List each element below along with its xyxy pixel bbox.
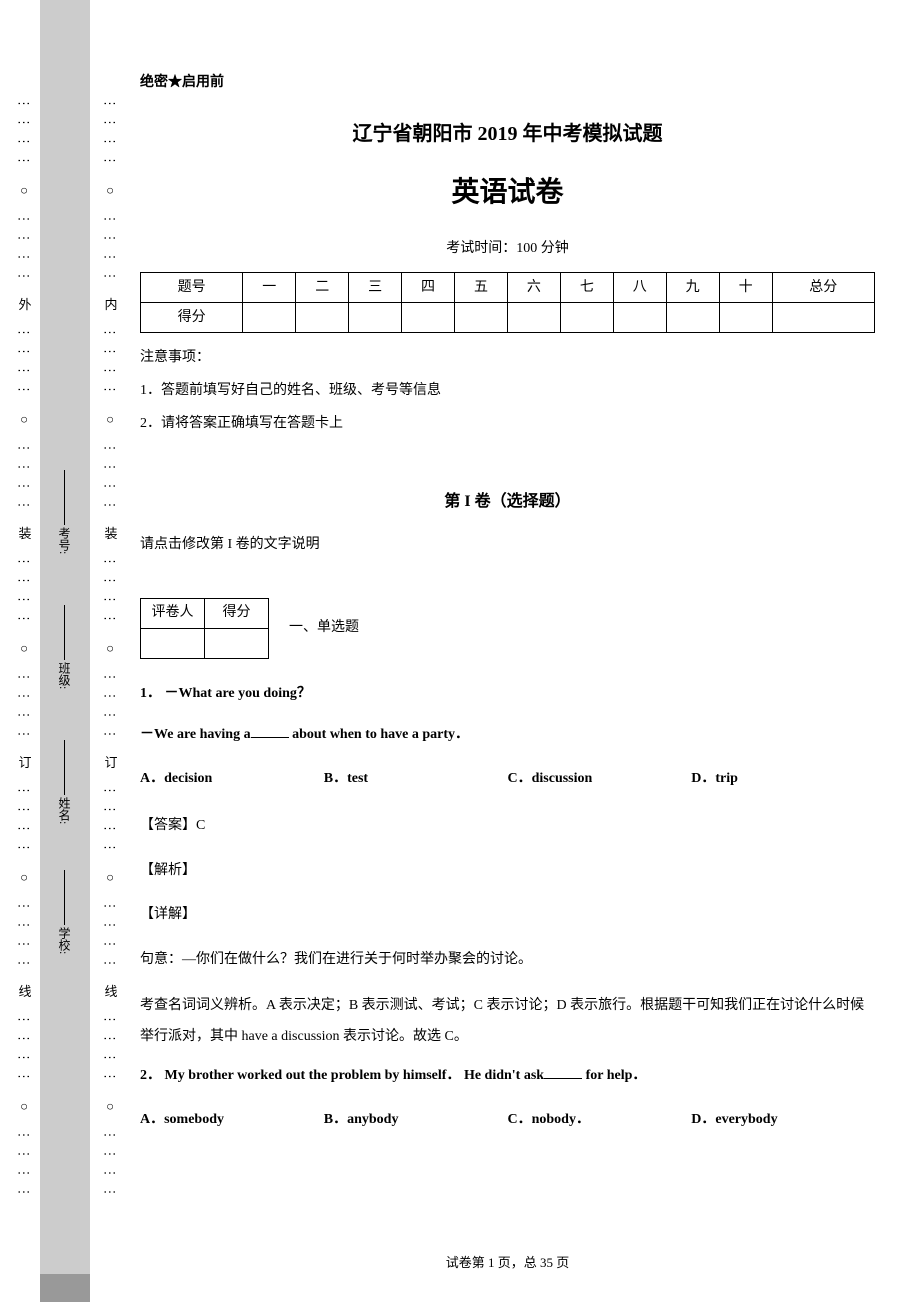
exam-time: 考试时间：100 分钟: [140, 236, 875, 263]
score-value-cell: [349, 303, 402, 333]
q1-option-b: B．test: [324, 766, 508, 793]
q1-option-c: C．discussion: [508, 766, 692, 793]
q1-analysis: 考查名词词义辨析。A 表示决定；B 表示测试、考试；C 表示讨论；D 表示旅行。…: [140, 991, 875, 1053]
q1-answer: 【答案】C: [140, 813, 875, 840]
q2-options: A．somebody B．anybody C．nobody． D．everybo…: [140, 1107, 875, 1134]
score-header-cell: 六: [507, 273, 560, 303]
q1-text: －What are you doing？: [165, 686, 311, 701]
confidential-line: 绝密★启用前: [140, 70, 875, 97]
score-header-cell: 题号: [141, 273, 243, 303]
grader-table: 评卷人 得分: [140, 598, 269, 659]
q1-option-b-text: B．test: [324, 771, 368, 786]
page-footer: 试卷第 1 页，总 35 页: [140, 1251, 875, 1276]
score-header-cell: 十: [719, 273, 772, 303]
q2-option-a: A．somebody: [140, 1107, 324, 1134]
label-name-text: 姓名:: [56, 797, 73, 824]
score-table-header-row: 题号 一 二 三 四 五 六 七 八 九 十 总分: [141, 273, 875, 303]
label-school-text: 学校:: [56, 927, 73, 954]
margin-inner-binding: ⋮⋮⋮⋮ ○ ⋮⋮⋮⋮ 内 ⋮⋮⋮⋮ ○ ⋮⋮⋮⋮ 装 ⋮⋮⋮⋮ ○ ⋮⋮⋮⋮ …: [98, 0, 122, 1302]
q1-options: A．decision B．test C．discussion D．trip: [140, 766, 875, 793]
score-value-cell: [613, 303, 666, 333]
q1-option-a-text: A．decision: [140, 771, 212, 786]
notice-item-1: 1．答题前填写好自己的姓名、班级、考号等信息: [140, 378, 875, 405]
q1-blank: [251, 726, 289, 738]
score-value-cell: [666, 303, 719, 333]
q1-option-a: A．decision: [140, 766, 324, 793]
score-value-cell: [560, 303, 613, 333]
q2-text-a: My brother worked out the problem by him…: [165, 1068, 545, 1083]
score-value-cell: [402, 303, 455, 333]
score-header-cell: 九: [666, 273, 719, 303]
notice-item-2: 2．请将答案正确填写在答题卡上: [140, 411, 875, 438]
score-header-cell: 四: [402, 273, 455, 303]
margin-gray-bar-dark: [40, 1274, 90, 1302]
q2-option-c: C．nobody．: [508, 1107, 692, 1134]
page-content: 绝密★启用前 辽宁省朝阳市 2019 年中考模拟试题 英语试卷 考试时间：100…: [140, 70, 875, 1282]
score-header-cell: 八: [613, 273, 666, 303]
q1-detail-label: 【详解】: [140, 902, 875, 929]
grader-cell-empty: [205, 629, 269, 659]
score-header-cell: 总分: [772, 273, 874, 303]
score-value-cell: [772, 303, 874, 333]
q1-option-d-text: D．trip: [691, 771, 738, 786]
q1-option-d: D．trip: [691, 766, 875, 793]
title-line-1: 辽宁省朝阳市 2019 年中考模拟试题: [140, 115, 875, 153]
score-value-cell: [243, 303, 296, 333]
margin-outer-binding: ⋮⋮⋮⋮ ○ ⋮⋮⋮⋮ 外 ⋮⋮⋮⋮ ○ ⋮⋮⋮⋮ 装 ⋮⋮⋮⋮ ○ ⋮⋮⋮⋮ …: [12, 0, 36, 1302]
notice-title: 注意事项：: [140, 345, 875, 372]
label-examno-text: 考号:: [56, 527, 73, 554]
q1-line2-prefix: －We are having a: [140, 727, 251, 742]
q2-option-b: B．anybody: [324, 1107, 508, 1134]
score-value-cell: [455, 303, 508, 333]
label-school: 学校:: [56, 870, 73, 954]
section-1-title: 第 I 卷（选择题）: [140, 487, 875, 517]
label-class-text: 班级:: [56, 662, 73, 689]
score-table-value-row: 得分: [141, 303, 875, 333]
score-value-cell: 得分: [141, 303, 243, 333]
label-examno: 考号:: [56, 470, 73, 554]
q1-number: 1．: [140, 686, 161, 701]
q2-line1: 2． My brother worked out the problem by …: [140, 1063, 875, 1090]
grader-cell-reviewer: 评卷人: [141, 599, 205, 629]
q2-text-b: for help．: [582, 1068, 646, 1083]
q1-explain-label: 【解析】: [140, 858, 875, 885]
q1-line2-suffix: about when to have a party．: [289, 727, 469, 742]
score-header-cell: 三: [349, 273, 402, 303]
q1-meaning: 句意：—你们在做什么？我们在进行关于何时举办聚会的讨论。: [140, 947, 875, 974]
grader-cell-score: 得分: [205, 599, 269, 629]
grader-cell-empty: [141, 629, 205, 659]
section-1-desc: 请点击修改第 I 卷的文字说明: [140, 532, 875, 559]
title-line-2: 英语试卷: [140, 165, 875, 218]
grader-row: 评卷人 得分 一、单选题: [140, 598, 875, 659]
score-header-cell: 二: [296, 273, 349, 303]
score-value-cell: [719, 303, 772, 333]
score-value-cell: [507, 303, 560, 333]
score-header-cell: 一: [243, 273, 296, 303]
q2-option-d: D．everybody: [691, 1107, 875, 1134]
q1-line2: －We are having a about when to have a pa…: [140, 722, 875, 749]
q1-option-c-text: C．discussion: [508, 771, 593, 786]
label-name: 姓名:: [56, 740, 73, 824]
score-table: 题号 一 二 三 四 五 六 七 八 九 十 总分 得分: [140, 272, 875, 333]
q1-line1: 1． －What are you doing？: [140, 681, 875, 708]
score-header-cell: 五: [455, 273, 508, 303]
label-class: 班级:: [56, 605, 73, 689]
q2-number: 2．: [140, 1068, 161, 1083]
score-value-cell: [296, 303, 349, 333]
q2-blank: [544, 1067, 582, 1079]
score-header-cell: 七: [560, 273, 613, 303]
part-label: 一、单选题: [289, 615, 359, 642]
